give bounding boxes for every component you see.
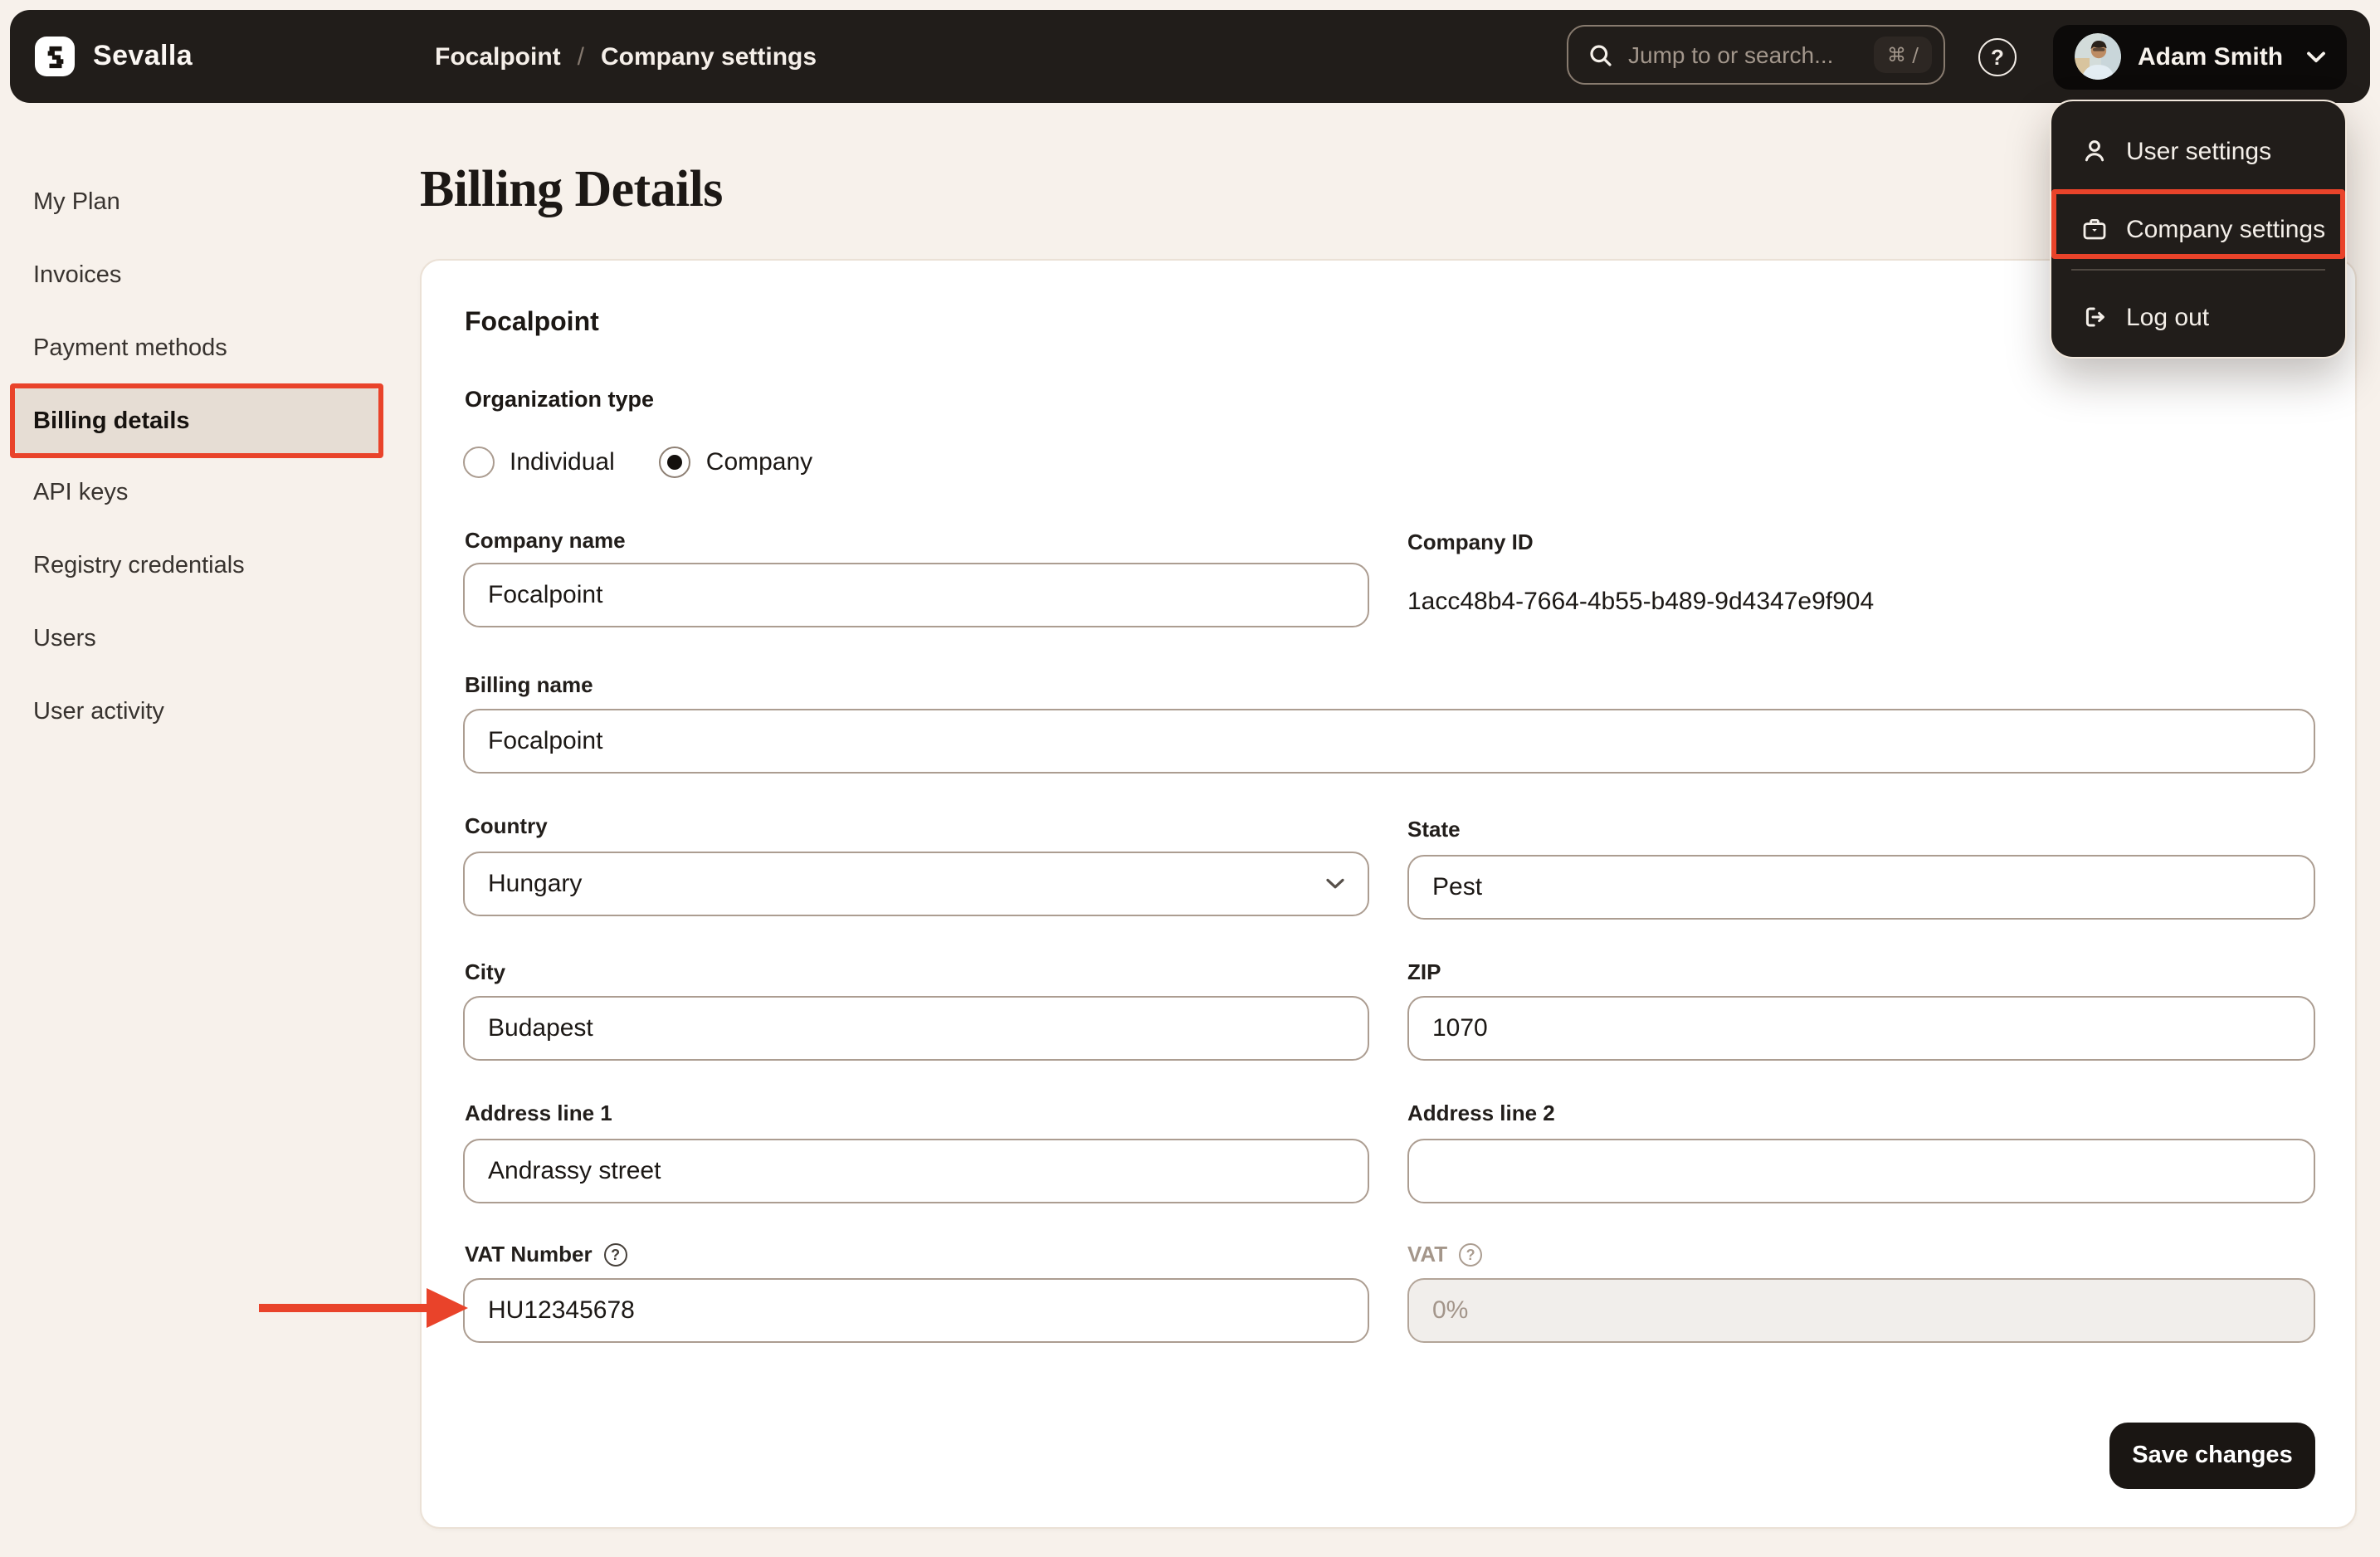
- sidebar-item-users[interactable]: Users: [33, 614, 365, 664]
- sidebar-item-my-plan[interactable]: My Plan: [33, 177, 365, 227]
- sidebar-item-user-activity[interactable]: User activity: [33, 687, 365, 737]
- city-label: City: [465, 959, 506, 984]
- save-button[interactable]: Save changes: [2109, 1423, 2315, 1489]
- company-title: Focalpoint: [465, 309, 599, 337]
- page-title: Billing Details: [420, 159, 723, 217]
- vat-label: VAT ?: [1407, 1242, 1483, 1267]
- breadcrumb: Focalpoint / Company settings: [435, 10, 817, 103]
- help-button[interactable]: ?: [1978, 37, 2017, 76]
- annotation-box-company-settings: [2051, 189, 2345, 259]
- brand[interactable]: Sevalla: [35, 37, 193, 76]
- user-menu-button[interactable]: Adam Smith: [2053, 24, 2347, 89]
- vat-number-input[interactable]: [463, 1278, 1369, 1343]
- company-id-label: Company ID: [1407, 530, 1534, 554]
- user-icon: [2081, 138, 2108, 164]
- organization-type-label: Organization type: [465, 387, 655, 412]
- address-line-2-input[interactable]: [1407, 1139, 2315, 1203]
- state-label: State: [1407, 817, 1461, 842]
- search-shortcut-badge: ⌘ /: [1873, 37, 1932, 73]
- sidebar-item-invoices[interactable]: Invoices: [33, 250, 365, 300]
- breadcrumb-current[interactable]: Company settings: [601, 42, 817, 71]
- sidebar-item-api-keys[interactable]: API keys: [33, 468, 365, 518]
- menu-item-label: Log out: [2126, 303, 2210, 331]
- company-id-value: 1acc48b4-7664-4b55-b489-9d4347e9f904: [1407, 588, 1875, 616]
- address-line-2-label: Address line 2: [1407, 1101, 1555, 1125]
- radio-option-company[interactable]: Company: [659, 447, 812, 478]
- billing-details-page: Sevalla Focalpoint / Company settings Ju…: [0, 0, 2380, 1557]
- sidebar-item-registry-credentials[interactable]: Registry credentials: [33, 541, 365, 591]
- vat-number-label: VAT Number ?: [465, 1242, 627, 1267]
- vat-help-icon[interactable]: ?: [1459, 1242, 1483, 1266]
- organization-type-radios: Individual Company: [463, 447, 812, 478]
- avatar: [2075, 33, 2121, 80]
- search-input[interactable]: Jump to or search... ⌘ /: [1567, 25, 1945, 85]
- city-input[interactable]: [463, 996, 1369, 1061]
- menu-item-label: User settings: [2126, 137, 2272, 165]
- billing-name-input[interactable]: [463, 709, 2315, 774]
- annotation-arrow-vat-number: [259, 1288, 468, 1328]
- country-label: Country: [465, 813, 548, 838]
- billing-name-label: Billing name: [465, 672, 593, 697]
- user-name: Adam Smith: [2138, 42, 2284, 71]
- menu-item-log-out[interactable]: Log out: [2051, 281, 2345, 354]
- radio-option-individual[interactable]: Individual: [463, 447, 615, 478]
- breadcrumb-parent[interactable]: Focalpoint: [435, 42, 561, 71]
- menu-item-user-settings[interactable]: User settings: [2051, 115, 2345, 188]
- radio-company[interactable]: [659, 447, 691, 478]
- annotation-box-billing-details: [10, 383, 383, 458]
- brand-name: Sevalla: [93, 40, 193, 71]
- radio-individual[interactable]: [463, 447, 495, 478]
- address-line-1-label: Address line 1: [465, 1101, 612, 1125]
- topbar: Sevalla Focalpoint / Company settings Ju…: [10, 10, 2370, 103]
- sidebar-item-payment-methods[interactable]: Payment methods: [33, 323, 365, 373]
- company-name-input[interactable]: [463, 563, 1369, 627]
- search-placeholder: Jump to or search...: [1628, 41, 1834, 68]
- chevron-down-icon: [1326, 878, 1344, 890]
- company-name-label: Company name: [465, 528, 626, 553]
- vat-input: [1407, 1278, 2315, 1343]
- question-icon: ?: [1991, 44, 2004, 69]
- billing-details-card: Focalpoint Organization type Individual …: [420, 259, 2357, 1529]
- zip-input[interactable]: [1407, 996, 2315, 1061]
- chevron-down-icon: [2307, 51, 2325, 62]
- sevalla-logo-icon: [35, 37, 75, 76]
- vat-number-help-icon[interactable]: ?: [603, 1242, 627, 1266]
- state-input[interactable]: [1407, 855, 2315, 920]
- menu-divider: [2071, 269, 2325, 271]
- address-line-1-input[interactable]: [463, 1139, 1369, 1203]
- country-value: Hungary: [488, 870, 583, 898]
- breadcrumb-separator: /: [577, 42, 584, 71]
- search-icon: [1588, 42, 1613, 67]
- zip-label: ZIP: [1407, 959, 1441, 984]
- country-select[interactable]: Hungary: [463, 852, 1369, 916]
- logout-icon: [2081, 304, 2108, 330]
